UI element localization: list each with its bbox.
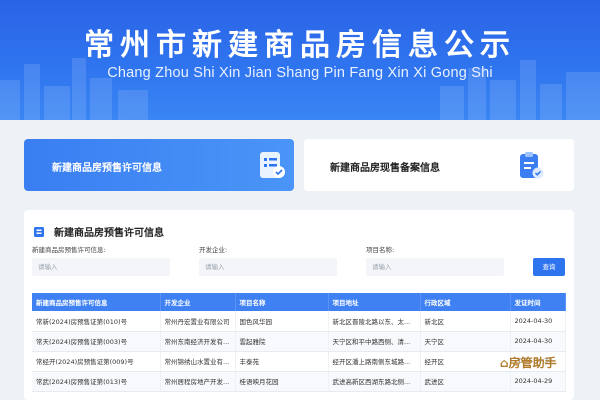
table-cell: 常州东南经济开发有... [160,331,236,352]
presale-permit-table: 新建商品房预售许可信息 开发企业 项目名称 项目地址 行政区域 发证时间 常新(… [32,293,566,392]
permit-input[interactable]: 请输入 [32,258,170,276]
table-cell: 新北区 [420,311,511,332]
search-button[interactable]: 查询 [533,258,565,276]
watermark-text: 房管助手 [508,356,557,370]
panel-header: 新建商品房预售许可信息 [34,224,164,239]
project-input[interactable]: 请输入 [366,258,504,276]
table-row[interactable]: 常武(2024)房预售证第(013)号 常州居程房地产开发... 桂语映月花园 … [32,371,566,392]
project-field-label: 项目名称: [366,246,395,254]
table-row[interactable]: 常天(2024)房预售证第(003)号 常州东南经济开发有... 雲起雅院 天宁… [32,331,566,352]
table-cell: 常经开(2024)房预售证第(009)号 [32,351,161,372]
table-cell: 常州居程房地产开发... [160,371,236,392]
table-cell: 天宁区 [420,331,511,352]
column-header: 开发企业 [160,293,236,311]
page-subtitle: Chang Zhou Shi Xin Jian Shang Pin Fang X… [107,65,493,81]
company-field-label: 开发企业: [199,246,228,254]
panel-title: 新建商品房预售许可信息 [54,228,164,239]
column-header: 项目名称 [235,293,329,311]
column-header: 行政区域 [420,293,511,311]
watermark-logo: ⌂房管助手 [500,354,557,371]
page-title: 常州市新建商品房信息公示 [84,28,516,63]
document-list-icon [260,152,285,178]
table-cell: 武进区 [420,371,511,392]
table-cell: 经开区 [420,351,511,372]
presale-permit-card-label: 新建商品房预售许可信息 [52,163,162,174]
sales-record-card[interactable]: 新建商品房现售备案信息 [304,139,574,191]
table-cell: 新北区晋陵北路以东、太... [328,311,421,332]
table-cell: 常州丹宏置业有限公司 [160,311,236,332]
table-cell: 国色风华园 [235,311,329,332]
table-row[interactable]: 常新(2024)房预售证第(010)号 常州丹宏置业有限公司 国色风华园 新北区… [32,311,566,332]
table-cell: 2024-04-30 [510,311,566,332]
presale-search-panel: 新建商品房预售许可信息 新建商品房预售许可信息: 请输入 开发企业: 请输入 项… [24,210,574,400]
table-cell: 天宁区和平中路西侧、清... [328,331,421,352]
section-marker-icon [34,226,44,237]
company-input[interactable]: 请输入 [199,258,337,276]
table-cell: 常天(2024)房预售证第(003)号 [32,331,161,352]
column-header: 新建商品房预售许可信息 [32,293,161,311]
table-cell: 常州锦绣山水置业有... [160,351,236,372]
table-cell: 2024-04-30 [510,331,566,352]
sales-record-card-label: 新建商品房现售备案信息 [330,163,440,174]
presale-permit-card[interactable]: 新建商品房预售许可信息 [24,139,294,191]
table-cell: 丰泰苑 [235,351,329,372]
table-cell: 桂语映月花园 [235,371,329,392]
clipboard-check-icon [520,152,544,179]
table-cell: 经开区潘上路南侧东城路... [328,351,421,372]
table-cell: 常武(2024)房预售证第(013)号 [32,371,161,392]
table-cell: 雲起雅院 [235,331,329,352]
table-header-row: 新建商品房预售许可信息 开发企业 项目名称 项目地址 行政区域 发证时间 [32,293,566,311]
table-cell: 常新(2024)房预售证第(010)号 [32,311,161,332]
table-cell: 武进高新区西湖东路北侧... [328,371,421,392]
house-icon: ⌂ [500,356,509,370]
permit-field-label: 新建商品房预售许可信息: [32,246,106,254]
hero-banner: 常州市新建商品房信息公示 Chang Zhou Shi Xin Jian Sha… [0,0,600,120]
column-header: 项目地址 [328,293,421,311]
table-cell: 2024-04-29 [510,371,566,392]
column-header: 发证时间 [510,293,566,311]
table-row[interactable]: 常经开(2024)房预售证第(009)号 常州锦绣山水置业有... 丰泰苑 经开… [32,351,566,372]
